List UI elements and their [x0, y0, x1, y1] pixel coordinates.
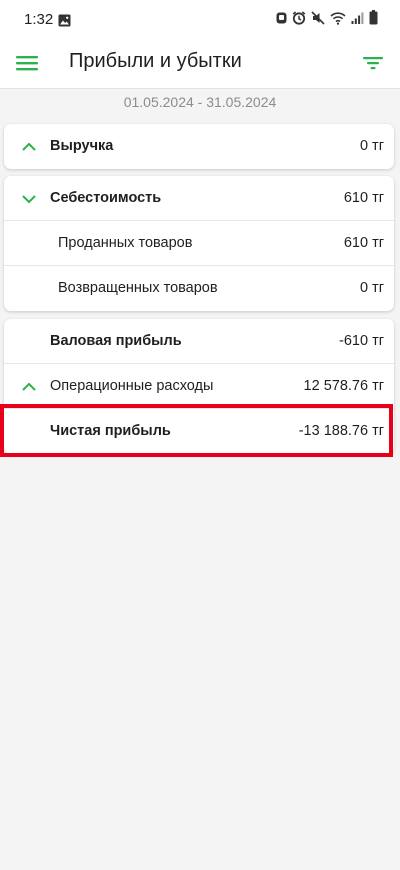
mute-icon	[311, 10, 325, 30]
cost-label: Себестоимость	[50, 190, 162, 206]
cost-card: Себестоимость 610 тг Проданных товаров 6…	[4, 176, 394, 311]
signal-icon	[351, 11, 364, 30]
gross-profit-row[interactable]: Валовая прибыль -610 тг	[4, 319, 394, 364]
battery-icon	[369, 10, 378, 30]
chevron-up-icon[interactable]	[20, 378, 38, 396]
net-profit-row[interactable]: Чистая прибыль -13 188.76 тг	[4, 409, 394, 454]
wifi-icon	[330, 11, 346, 30]
chevron-up-icon[interactable]	[20, 138, 38, 156]
gallery-icon	[58, 14, 71, 32]
revenue-card: Выручка 0 тг	[4, 124, 394, 169]
cost-returned-goods-row[interactable]: Возвращенных товаров 0 тг	[4, 266, 394, 311]
status-icons	[276, 10, 378, 30]
cost-sold-goods-row[interactable]: Проданных товаров 610 тг	[4, 221, 394, 266]
operating-expenses-label: Операционные расходы	[50, 378, 214, 394]
revenue-row[interactable]: Выручка 0 тг	[4, 124, 394, 169]
sold-goods-label: Проданных товаров	[58, 235, 193, 251]
summary-card: Валовая прибыль -610 тг Операционные рас…	[4, 319, 394, 454]
cost-row[interactable]: Себестоимость 610 тг	[4, 176, 394, 221]
cost-value: 610 тг	[343, 190, 384, 206]
alarm-icon	[276, 11, 287, 30]
net-profit-label: Чистая прибыль	[50, 423, 171, 439]
alarm-clock-icon	[292, 10, 306, 30]
operating-expenses-row[interactable]: Операционные расходы 12 578.76 тг	[4, 364, 394, 409]
sold-goods-value: 610 тг	[343, 235, 384, 251]
revenue-label: Выручка	[50, 138, 114, 154]
revenue-value: 0 тг	[359, 138, 384, 154]
date-range[interactable]: 01.05.2024 - 31.05.2024	[0, 92, 400, 112]
net-profit-value: -13 188.76 тг	[298, 423, 384, 439]
hamburger-menu-icon[interactable]	[14, 50, 40, 76]
status-time: 1:32	[24, 11, 54, 28]
gross-profit-label: Валовая прибыль	[50, 333, 182, 349]
filter-icon[interactable]	[360, 50, 386, 76]
returned-goods-label: Возвращенных товаров	[58, 280, 218, 296]
page-title: Прибыли и убытки	[69, 50, 242, 72]
app-bar: Прибыли и убытки	[0, 40, 400, 89]
chevron-down-icon[interactable]	[20, 190, 38, 208]
status-bar: 1:32	[0, 0, 400, 40]
returned-goods-value: 0 тг	[359, 280, 384, 296]
gross-profit-value: -610 тг	[339, 333, 384, 349]
operating-expenses-value: 12 578.76 тг	[303, 378, 384, 394]
